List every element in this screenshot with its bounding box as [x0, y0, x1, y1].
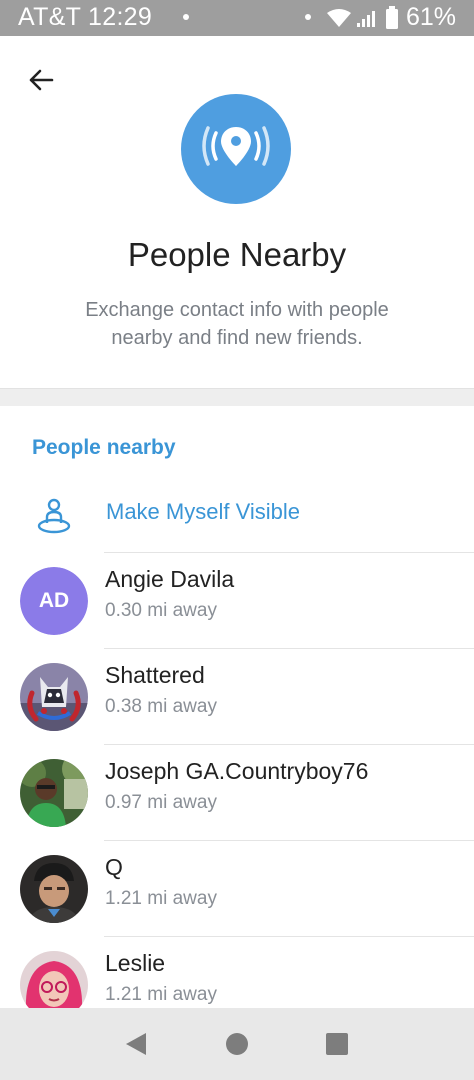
square-recents-icon: [326, 1033, 348, 1055]
avatar: AD: [20, 567, 88, 635]
person-on-map-icon: [37, 498, 71, 534]
nav-home-button[interactable]: [217, 1026, 257, 1062]
section-title: People nearby: [32, 436, 176, 459]
person-name: Shattered: [105, 662, 205, 688]
back-button[interactable]: [18, 60, 64, 100]
list-item[interactable]: Leslie 1.21 mi away: [0, 937, 474, 1008]
person-name: Leslie: [105, 950, 166, 976]
person-distance: 1.21 mi away: [105, 888, 217, 909]
notification-dot-icon: [183, 14, 189, 20]
avatar: [20, 663, 88, 731]
header: People Nearby Exchange contact info with…: [0, 36, 474, 388]
avatar-initials: AD: [20, 567, 88, 635]
avatar-photo: [20, 951, 88, 1008]
make-myself-visible-button[interactable]: Make Myself Visible: [0, 484, 474, 550]
battery-icon: [386, 6, 398, 29]
person-distance: 0.97 mi away: [105, 792, 217, 813]
nav-recents-button[interactable]: [317, 1026, 357, 1062]
person-distance: 0.30 mi away: [105, 600, 217, 621]
page-title: People Nearby: [127, 236, 347, 273]
avatar-photo: [20, 855, 88, 923]
cell-signal-icon: [357, 11, 375, 27]
person-name: Joseph GA.Countryboy76: [105, 758, 369, 784]
notification-dot-icon: [305, 14, 311, 20]
avatar-photo: [20, 759, 88, 827]
hero-avatar: [181, 94, 291, 204]
arrow-left-icon: [29, 69, 54, 91]
list-item[interactable]: AD Angie Davila 0.30 mi away: [0, 553, 474, 649]
system-navigation-bar: [0, 1008, 474, 1080]
person-name: Angie Davila: [105, 566, 235, 592]
nav-back-button[interactable]: [116, 1026, 156, 1062]
list-item[interactable]: Joseph GA.Countryboy76 0.97 mi away: [0, 745, 474, 841]
location-broadcast-icon: [202, 126, 270, 166]
make-visible-label: Make Myself Visible: [106, 499, 300, 524]
battery-percent: 61%: [405, 3, 456, 31]
list-item[interactable]: Q 1.21 mi away: [0, 841, 474, 937]
circle-home-icon: [226, 1033, 248, 1055]
avatar: [20, 855, 88, 923]
person-distance: 1.21 mi away: [105, 984, 217, 1005]
status-bar: AT&T 12:29 61%: [0, 0, 474, 36]
person-distance: 0.38 mi away: [105, 696, 217, 717]
avatar-photo: [20, 663, 88, 731]
avatar: [20, 951, 88, 1008]
person-name: Q: [105, 854, 123, 880]
carrier-time: AT&T 12:29: [18, 3, 153, 31]
list-item[interactable]: Shattered 0.38 mi away: [0, 649, 474, 745]
wifi-icon: [327, 9, 351, 27]
avatar: [20, 759, 88, 827]
triangle-back-icon: [126, 1033, 146, 1055]
section-divider: [0, 388, 474, 406]
page-subtitle: Exchange contact info with people nearby…: [85, 299, 389, 349]
